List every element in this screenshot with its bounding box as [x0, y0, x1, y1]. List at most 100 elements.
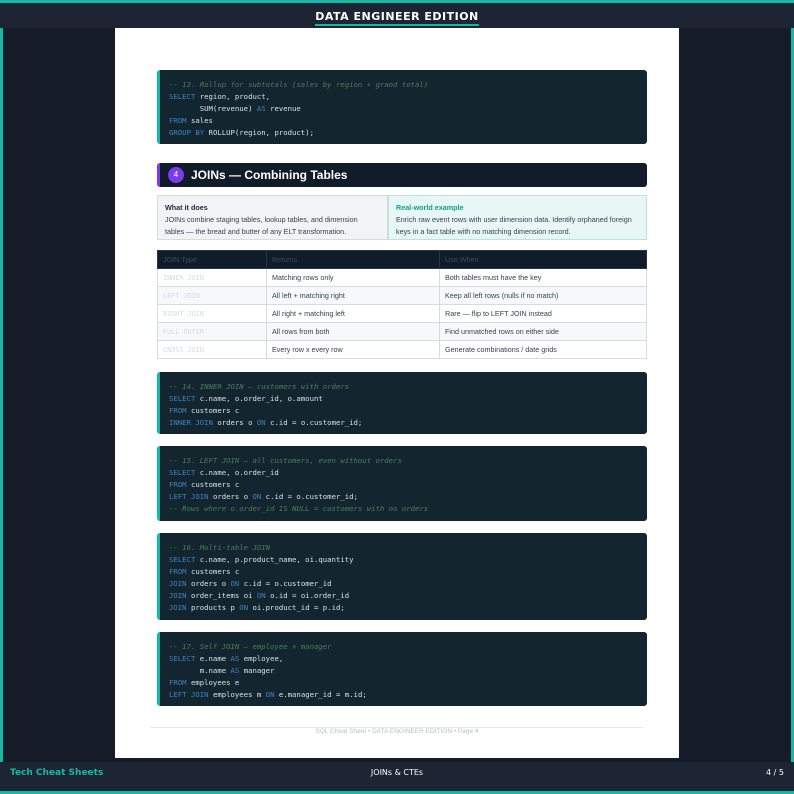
sql-keyword: JOIN	[169, 591, 187, 600]
code-line: SELECT e.name AS employee,	[169, 653, 647, 665]
code-line: -- 16. Multi-table JOIN	[169, 542, 647, 554]
code-line: JOIN products p ON oi.product_id = p.id;	[169, 602, 647, 614]
sql-text: m.name	[169, 666, 231, 675]
document-page: -- 13. Rollup for subtotals (sales by re…	[115, 28, 679, 758]
table-row: RIGHT JOIN All right + matching left Rar…	[157, 304, 647, 323]
sql-text: customers c	[186, 480, 240, 489]
use-when-cell: Find unmatched rows on either side	[439, 322, 647, 341]
table-row: CROSS JOIN Every row x every row Generat…	[157, 340, 647, 359]
sql-comment: -- 17. Self JOIN — employee + manager	[169, 642, 332, 651]
app-frame: DATA ENGINEER EDITION -- 13. Rollup for …	[0, 0, 794, 794]
sql-keyword: AS	[230, 654, 240, 663]
sql-text: c.id = o.customer_id;	[265, 418, 363, 427]
sql-text: ROLLUP(region, product);	[204, 128, 314, 137]
real-world-line: keys in a fact table with no matching di…	[396, 227, 571, 236]
section-title: JOINs — Combining Tables	[191, 168, 348, 182]
code-line: SELECT c.name, o.order_id	[169, 467, 647, 479]
code-line: SUM(revenue) AS revenue	[169, 103, 647, 115]
right-border	[790, 28, 794, 762]
join-type-cell: RIGHT JOIN	[157, 304, 267, 323]
sql-keyword: GROUP BY	[169, 128, 205, 137]
sql-text: c.id = o.customer_id;	[261, 492, 358, 501]
real-world-line: Enrich raw event rows with user dimensio…	[396, 215, 632, 224]
what-it-does-line: JOINs combine staging tables, lookup tab…	[165, 215, 358, 224]
sql-text: orders o	[212, 418, 257, 427]
code-line: LEFT JOIN employees m ON e.manager_id = …	[169, 689, 647, 701]
code-block-13: -- 13. Rollup for subtotals (sales by re…	[157, 70, 647, 144]
sql-keyword: SELECT	[169, 654, 196, 663]
code-line: INNER JOIN orders o ON c.id = o.customer…	[169, 417, 647, 429]
sql-text: e.manager_id = m.id;	[274, 690, 367, 699]
sql-keyword: ON	[256, 418, 266, 427]
sql-keyword: FROM	[169, 480, 187, 489]
page-indicator: 4 / 5	[766, 768, 784, 777]
code-line: -- 17. Self JOIN — employee + manager	[169, 641, 647, 653]
column-header: JOIN Type	[157, 250, 267, 269]
what-it-does-heading: What it does	[165, 203, 208, 212]
join-type-cell: INNER JOIN	[157, 268, 267, 287]
sql-text: revenue	[265, 104, 301, 113]
use-when-cell: Generate combinations / date grids	[439, 340, 647, 359]
sql-keyword: SELECT	[169, 555, 196, 564]
code-line: FROM sales	[169, 115, 647, 127]
sql-keyword: LEFT JOIN	[169, 492, 209, 501]
code-block-17: -- 17. Self JOIN — employee + manager SEL…	[157, 632, 647, 706]
sql-text: c.name, o.order_id	[195, 468, 279, 477]
code-line: FROM customers c	[169, 566, 647, 578]
code-line: LEFT JOIN orders o ON c.id = o.customer_…	[169, 491, 647, 503]
sql-keyword: FROM	[169, 678, 187, 687]
sql-comment: -- 13. Rollup for subtotals (sales by re…	[169, 80, 429, 89]
code-line: FROM employees e	[169, 677, 647, 689]
code-line: -- 15. LEFT JOIN — all customers, even w…	[169, 455, 647, 467]
real-world-heading: Real-world example	[396, 203, 464, 212]
section-header: 4 JOINs — Combining Tables	[157, 163, 647, 187]
returns-cell: All left + matching right	[266, 286, 440, 305]
sql-text: order_items oi	[186, 591, 257, 600]
sql-text: c.name, o.order_id, o.amount	[195, 394, 323, 403]
sql-keyword: FROM	[169, 406, 187, 415]
column-header: Use When	[439, 250, 647, 269]
sql-keyword: JOIN	[169, 603, 187, 612]
sql-comment: -- Rows where o.order_id IS NULL = custo…	[169, 504, 429, 513]
page-footer: SQL Cheat Sheet • DATA ENGINEER EDITION …	[315, 728, 479, 735]
sql-text: customers c	[186, 567, 240, 576]
sql-keyword: FROM	[169, 116, 187, 125]
sql-keyword: ON	[252, 492, 262, 501]
table-row: LEFT JOIN All left + matching right Keep…	[157, 286, 647, 305]
left-border	[0, 28, 4, 762]
table-row: INNER JOIN Matching rows only Both table…	[157, 268, 647, 287]
returns-cell: Matching rows only	[266, 268, 440, 287]
sql-text: manager	[239, 666, 275, 675]
sql-text: employees m	[208, 690, 266, 699]
code-line: SELECT c.name, o.order_id, o.amount	[169, 393, 647, 405]
sql-keyword: ON	[239, 603, 249, 612]
code-block-16: -- 16. Multi-table JOIN SELECT c.name, p.…	[157, 533, 647, 620]
sql-keyword: JOIN	[169, 579, 187, 588]
sql-text: customers c	[186, 406, 240, 415]
sql-text: oi.product_id = p.id;	[248, 603, 345, 612]
code-line: m.name AS manager	[169, 665, 647, 677]
sql-text: orders o	[186, 579, 231, 588]
sql-text: SUM(revenue)	[169, 104, 257, 113]
code-line: SELECT c.name, p.product_name, oi.quanti…	[169, 554, 647, 566]
returns-cell: Every row x every row	[266, 340, 440, 359]
sql-keyword: LEFT JOIN	[169, 690, 209, 699]
sql-text: o.id = oi.order_id	[265, 591, 350, 600]
code-line: -- 13. Rollup for subtotals (sales by re…	[169, 79, 647, 91]
what-it-does-line: tables — the bread and butter of any ELT…	[165, 227, 347, 236]
sql-comment: -- 16. Multi-table JOIN	[169, 543, 271, 552]
sql-keyword: FROM	[169, 567, 187, 576]
use-when-cell: Keep all left rows (nulls if no match)	[439, 286, 647, 305]
code-line: FROM customers c	[169, 405, 647, 417]
sql-text: sales	[186, 116, 213, 125]
top-bar: DATA ENGINEER EDITION	[0, 0, 794, 28]
sql-text: orders o	[208, 492, 253, 501]
returns-cell: All right + matching left	[266, 304, 440, 323]
sql-text: employee,	[239, 654, 284, 663]
table-header-row: JOIN Type Returns Use When	[157, 250, 647, 269]
code-line: GROUP BY ROLLUP(region, product);	[169, 127, 647, 139]
code-line: JOIN orders o ON c.id = o.customer_id	[169, 578, 647, 590]
join-type-cell: CROSS JOIN	[157, 340, 267, 359]
sql-keyword: INNER JOIN	[169, 418, 213, 427]
sql-text: employees e	[186, 678, 240, 687]
